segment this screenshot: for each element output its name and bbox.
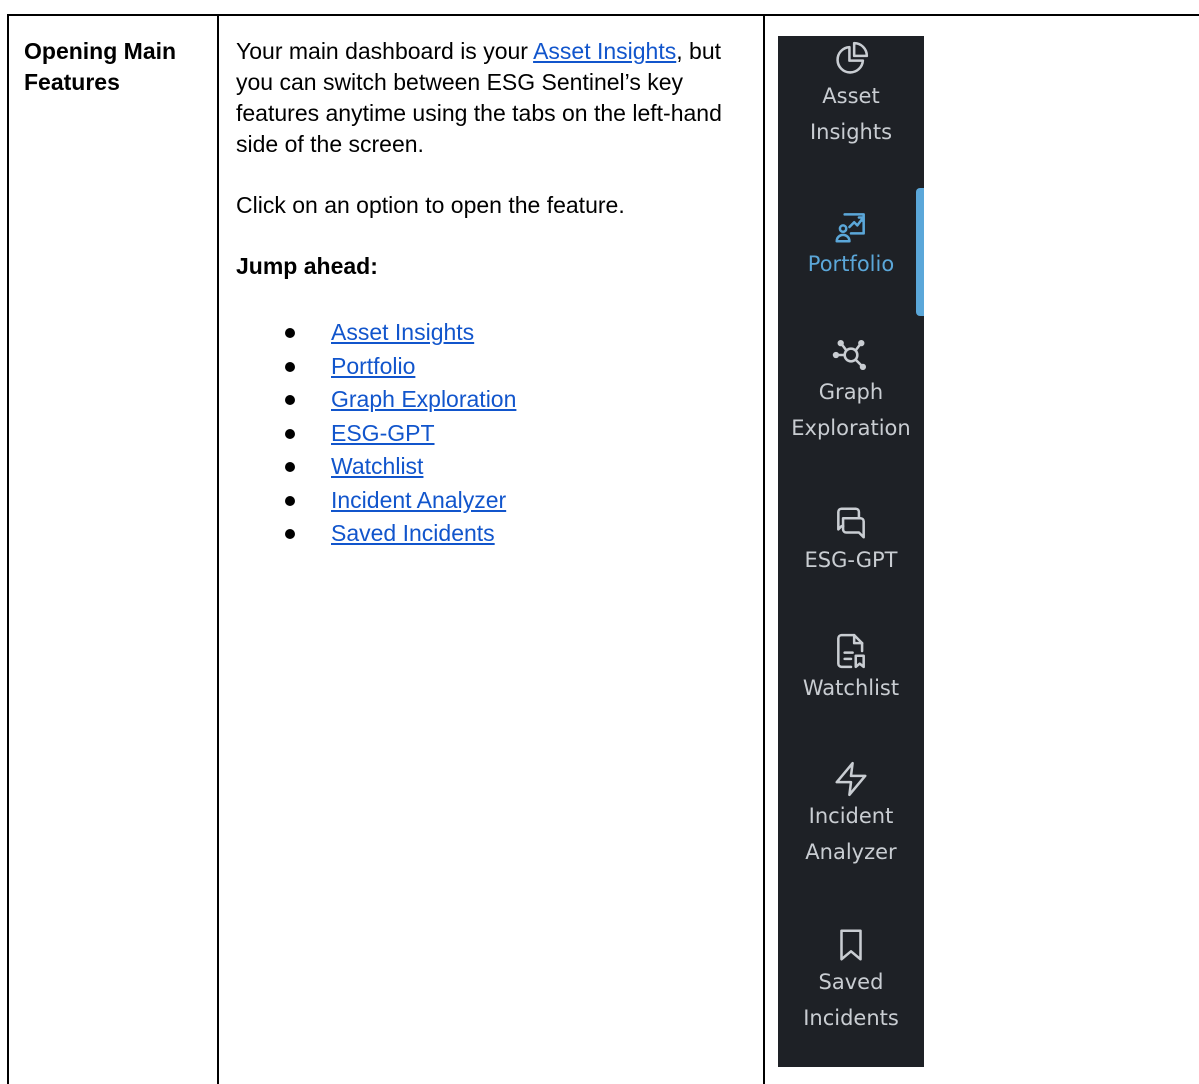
list-item: Saved Incidents (285, 517, 749, 551)
jump-link-graph-exploration[interactable]: Graph Exploration (331, 386, 516, 412)
sidebar-item-label: ESG-GPT (804, 548, 898, 572)
document-table: Opening Main Features Your main dashboar… (7, 14, 1199, 1084)
sidebar-item-graph-exploration[interactable]: Graph Exploration (778, 336, 924, 446)
jump-link-watchlist[interactable]: Watchlist (331, 453, 423, 479)
sidebar-item-label: Watchlist (802, 676, 900, 700)
sidebar-item-label: Asset (822, 84, 880, 108)
jump-ahead-list: Asset Insights Portfolio Graph Explorati… (236, 316, 749, 551)
sidebar-item-label: Graph (818, 380, 884, 404)
bookmark-icon (840, 929, 862, 961)
sidebar-item-label: Analyzer (805, 840, 897, 864)
list-item: Portfolio (285, 350, 749, 384)
intro-paragraph: Your main dashboard is your Asset Insigh… (236, 36, 749, 160)
sidebar-item-watchlist[interactable]: Watchlist (778, 632, 924, 706)
sidebar-item-asset-insights[interactable]: Asset Insights (778, 40, 924, 150)
list-item: Asset Insights (285, 316, 749, 350)
jump-link-asset-insights[interactable]: Asset Insights (331, 319, 474, 345)
jump-link-saved-incidents[interactable]: Saved Incidents (331, 520, 495, 546)
bullet-icon (285, 462, 295, 472)
sidebar-item-esg-gpt[interactable]: ESG-GPT (778, 504, 924, 578)
sidebar-item-saved-incidents[interactable]: Saved Incidents (778, 926, 924, 1036)
jump-ahead-heading: Jump ahead: (236, 253, 378, 279)
sidebar-item-label: Incident (808, 804, 894, 828)
bullet-icon (285, 428, 295, 439)
bullet-icon (285, 395, 295, 405)
sidebar-item-label: Portfolio (807, 252, 895, 276)
list-item: Incident Analyzer (285, 484, 749, 518)
jump-link-incident-analyzer[interactable]: Incident Analyzer (331, 487, 506, 513)
pie-chart-icon (836, 41, 869, 74)
row-label: Opening Main Features (24, 36, 203, 98)
sidebar-item-label: Saved (818, 970, 884, 994)
bullet-icon (285, 495, 295, 506)
list-item: ESG-GPT (285, 417, 749, 451)
row-label-line2: Features (24, 69, 120, 95)
app-sidebar: Asset Insights Portfolio Graph Explorati… (778, 36, 924, 1067)
bullet-icon (285, 328, 295, 338)
sidebar-item-label: Insights (809, 120, 893, 144)
network-graph-icon (832, 339, 867, 371)
sidebar-item-label: Exploration (791, 416, 911, 440)
sidebar-item-incident-analyzer[interactable]: Incident Analyzer (778, 760, 924, 870)
label-cell: Opening Main Features (9, 16, 219, 1084)
list-item: Graph Exploration (285, 383, 749, 417)
lightning-icon (835, 761, 867, 797)
document-bookmark-icon (837, 633, 865, 669)
row-label-line1: Opening Main (24, 38, 177, 64)
intro-text-before: Your main dashboard is your (236, 38, 534, 64)
jump-link-esg-gpt[interactable]: ESG-GPT (331, 420, 435, 446)
screenshot-cell: Asset Insights Portfolio Graph Explorati… (765, 16, 1199, 1084)
jump-link-portfolio[interactable]: Portfolio (331, 353, 415, 379)
bullet-icon (285, 361, 295, 372)
chat-bubbles-icon (837, 507, 865, 539)
bullet-icon (285, 529, 295, 539)
list-item: Watchlist (285, 450, 749, 484)
instruction-paragraph: Click on an option to open the feature. (236, 192, 625, 218)
sidebar-item-label: Incidents (803, 1006, 899, 1030)
presentation-chart-icon (835, 213, 865, 243)
asset-insights-inline-link[interactable]: Asset Insights (533, 38, 676, 64)
body-cell: Your main dashboard is your Asset Insigh… (219, 16, 765, 1084)
sidebar-item-portfolio[interactable]: Portfolio (778, 208, 924, 282)
